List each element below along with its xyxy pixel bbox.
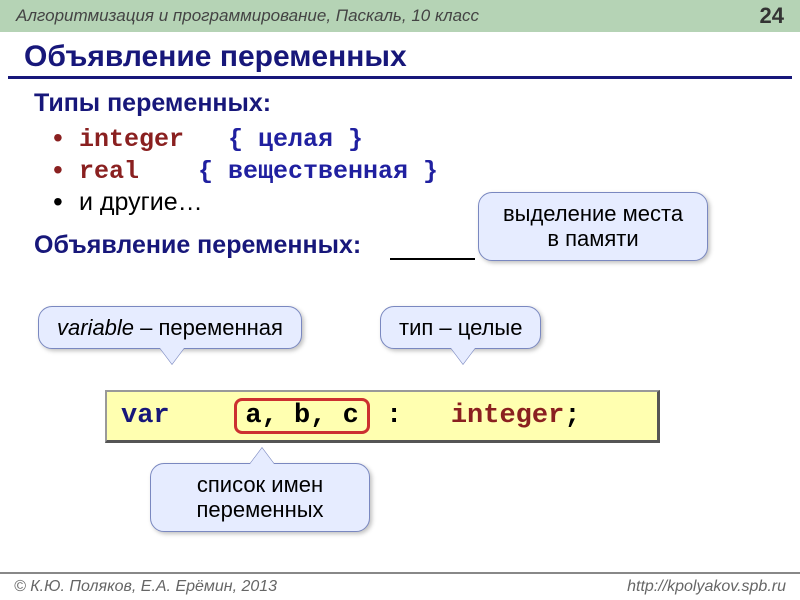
type-comment: { целая }: [228, 125, 363, 154]
course-label: Алгоритмизация и программирование, Паска…: [16, 6, 479, 26]
type-keyword: integer: [79, 125, 184, 154]
code-type: integer: [451, 401, 564, 431]
code-keyword-var: var: [121, 401, 170, 431]
types-heading: Типы переменных:: [34, 89, 776, 118]
callout-varlist: список имен переменных: [150, 463, 370, 532]
callout-variable: variable – переменная: [38, 306, 302, 349]
header-band: Алгоритмизация и программирование, Паска…: [0, 0, 800, 32]
footer-left: © К.Ю. Поляков, Е.А. Ерёмин, 2013: [14, 578, 277, 596]
type-item: real { вещественная }: [79, 156, 776, 186]
callout-type: тип – целые: [380, 306, 541, 349]
footer: © К.Ю. Поляков, Е.А. Ерёмин, 2013 http:/…: [0, 572, 800, 600]
page-number: 24: [760, 3, 784, 29]
footer-right: http://kpolyakov.spb.ru: [627, 578, 786, 596]
connector-line: [390, 258, 475, 260]
type-item: integer { целая }: [79, 124, 776, 154]
type-keyword: real: [79, 157, 139, 186]
type-comment: { вещественная }: [198, 157, 438, 186]
code-varlist-box: a, b, c: [234, 398, 369, 434]
code-box: var a, b, c : integer;: [105, 390, 660, 443]
callout-memory: выделение места в памяти: [478, 192, 708, 261]
slide-title: Объявление переменных: [8, 32, 792, 79]
